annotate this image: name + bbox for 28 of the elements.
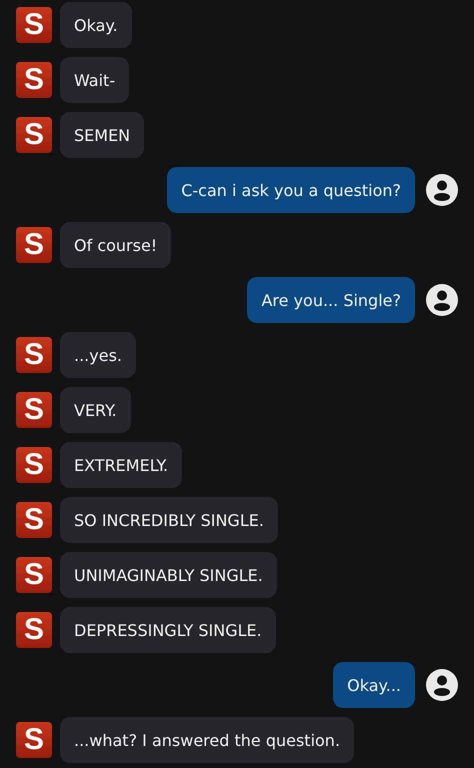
message-bubble: DEPRESSINGLY SINGLE.	[60, 607, 276, 653]
message-bubble: UNIMAGINABLY SINGLE.	[60, 552, 277, 598]
message-bubble: SO INCREDIBLY SINGLE.	[60, 497, 278, 543]
bot-avatar: S	[16, 392, 52, 428]
message-bubble: ...yes.	[60, 332, 136, 378]
bot-avatar: S	[16, 117, 52, 153]
bot-avatar: S	[16, 502, 52, 538]
bot-avatar: S	[16, 557, 52, 593]
message-bubble: VERY.	[60, 387, 131, 433]
bot-avatar: S	[16, 337, 52, 373]
bot-avatar: S	[16, 722, 52, 758]
message-bubble: Okay.	[60, 2, 132, 48]
message-bubble: ...what? I answered the question.	[60, 717, 354, 763]
bot-avatar: S	[16, 447, 52, 483]
user-avatar-icon	[426, 669, 458, 701]
message-bubble: Okay...	[333, 662, 415, 708]
message-bubble: Of course!	[60, 222, 172, 268]
bot-avatar: S	[16, 612, 52, 648]
bot-avatar: S	[16, 7, 52, 43]
user-avatar-icon	[426, 284, 458, 316]
message-bubble: Wait-	[60, 57, 130, 103]
message-bubble: C-can i ask you a question?	[167, 167, 415, 213]
user-avatar-icon	[426, 174, 458, 206]
bot-avatar: S	[16, 227, 52, 263]
message-bubble: EXTREMELY.	[60, 442, 182, 488]
message-bubble: SEMEN	[60, 112, 144, 158]
bot-avatar: S	[16, 62, 52, 98]
message-bubble: Are you... Single?	[247, 277, 415, 323]
